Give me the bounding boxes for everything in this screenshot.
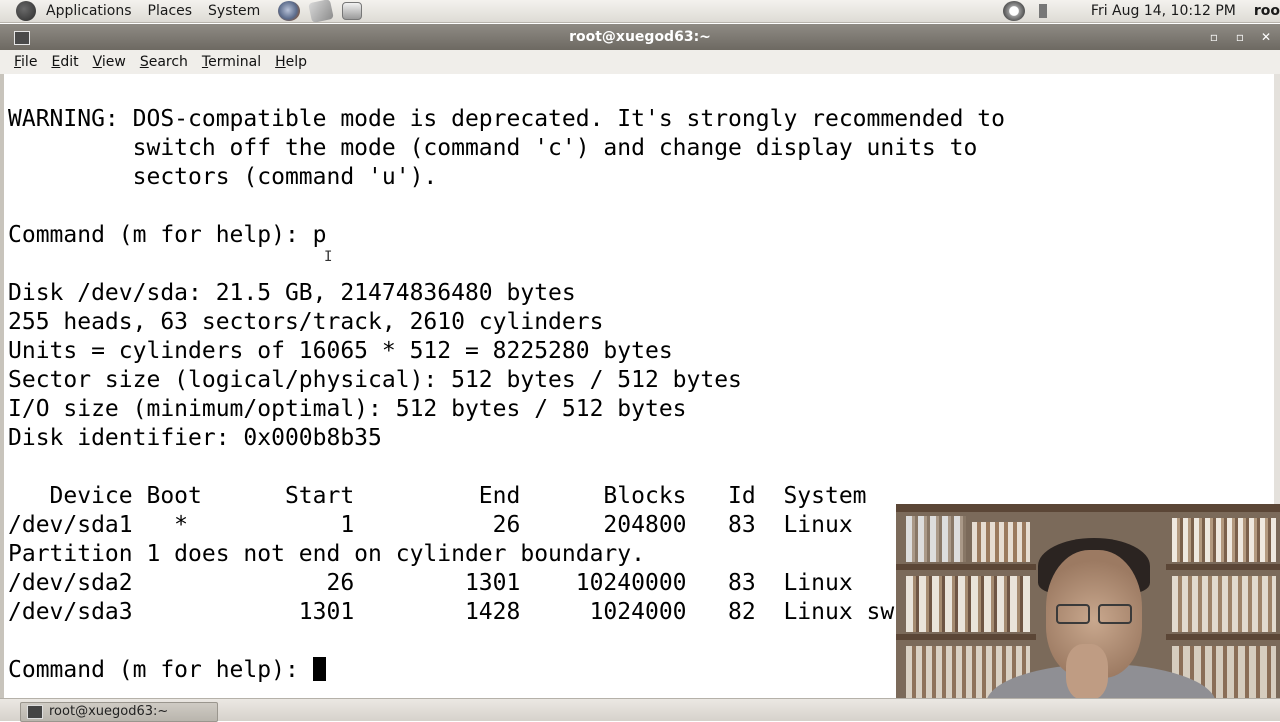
bookshelf-board	[896, 634, 1036, 640]
terminal-line: Device Boot Start End Blocks Id System	[8, 483, 867, 509]
hand-image	[1066, 644, 1108, 700]
terminal-menubar: File Edit View Search Terminal Help	[0, 50, 1280, 75]
terminal-line: WARNING: DOS-compatible mode is deprecat…	[8, 106, 1005, 132]
panel-menu-places[interactable]: Places	[140, 0, 201, 22]
terminal-line: /dev/sda1 * 1 26 204800 83 Linux	[8, 512, 853, 538]
glasses-image	[1098, 604, 1132, 624]
panel-menu-applications[interactable]: Applications	[38, 0, 140, 22]
terminal-line: Partition 1 does not end on cylinder bou…	[8, 541, 645, 567]
terminal-line: Units = cylinders of 16065 * 512 = 82252…	[8, 338, 673, 364]
menu-help[interactable]: Help	[268, 50, 314, 74]
terminal-prompt: Command (m for help):	[8, 657, 313, 683]
menu-label: iew	[101, 54, 126, 70]
maximize-button[interactable]: ▫	[1232, 24, 1248, 50]
menu-accelerator: S	[139, 54, 149, 70]
panel-right: Fri Aug 14, 10:12 PM roo	[1002, 0, 1280, 22]
gnome-foot-icon[interactable]	[16, 1, 36, 21]
terminal-output[interactable]: WARNING: DOS-compatible mode is deprecat…	[8, 105, 1005, 685]
ibeam-cursor-icon: I	[324, 249, 333, 265]
menu-label: earch	[148, 54, 188, 70]
terminal-window-icon[interactable]	[14, 31, 30, 45]
firefox-launcher-icon[interactable]	[278, 1, 301, 21]
taskbar-window-button[interactable]: root@xuegod63:~	[20, 702, 218, 722]
bookshelf-board	[1166, 564, 1280, 570]
user-switcher[interactable]: roo	[1254, 3, 1280, 19]
taskbar-window-label: root@xuegod63:~	[49, 704, 169, 719]
menu-label: dit	[60, 54, 79, 70]
menu-accelerator: H	[275, 54, 286, 70]
panel-menu-system[interactable]: System	[200, 0, 268, 22]
terminal-line: I/O size (minimum/optimal): 512 bytes / …	[8, 396, 687, 422]
books-image	[972, 522, 1030, 562]
menu-view[interactable]: View	[86, 50, 133, 74]
volume-icon[interactable]	[1038, 4, 1059, 18]
books-image	[906, 576, 1030, 632]
top-panel: Applications Places System Fri Aug 14, 10:…	[0, 0, 1280, 24]
menu-terminal[interactable]: Terminal	[195, 50, 268, 74]
menu-label: elp	[285, 54, 308, 70]
terminal-line: 255 heads, 63 sectors/track, 2610 cylind…	[8, 309, 604, 335]
window-title: root@xuegod63:~	[569, 29, 711, 45]
bookshelf-board	[1166, 634, 1280, 640]
bookshelf-board	[896, 564, 1036, 570]
terminal-line: /dev/sda2 26 1301 10240000 83 Linux	[8, 570, 853, 596]
bookshelf-top	[896, 504, 1280, 512]
books-image	[1172, 576, 1276, 632]
menu-accelerator: E	[51, 54, 61, 70]
menu-label: erminal	[208, 54, 262, 70]
update-notifier-icon[interactable]	[1002, 1, 1025, 21]
terminal-line: switch off the mode (command 'c') and ch…	[8, 135, 978, 161]
minimize-button[interactable]: ▫	[1206, 24, 1222, 50]
menu-search[interactable]: Search	[133, 50, 195, 74]
books-image	[906, 516, 966, 562]
books-image	[1172, 518, 1276, 562]
terminal-line: Sector size (logical/physical): 512 byte…	[8, 367, 742, 393]
webcam-overlay	[896, 504, 1280, 720]
menu-label: ile	[21, 54, 38, 70]
terminal-line: sectors (command 'u').	[8, 164, 438, 190]
window-titlebar[interactable]: root@xuegod63:~ ▫ ▫ ✕	[0, 24, 1280, 50]
terminal-prompt-line[interactable]: Command (m for help):	[8, 656, 1005, 685]
notes-launcher-icon[interactable]	[342, 2, 363, 20]
panel-clock[interactable]: Fri Aug 14, 10:12 PM	[1091, 3, 1236, 19]
terminal-line: Command (m for help): p	[8, 222, 327, 248]
text-cursor-icon	[312, 657, 326, 681]
menu-accelerator: F	[14, 54, 22, 70]
panel-menus: Applications Places System	[38, 0, 268, 22]
glasses-image	[1056, 604, 1090, 624]
menu-file[interactable]: File	[7, 50, 44, 74]
terminal-line: /dev/sda3 1301 1428 1024000 82 Linux sw	[8, 599, 895, 625]
terminal-line: Disk /dev/sda: 21.5 GB, 21474836480 byte…	[8, 280, 576, 306]
menu-accelerator: V	[92, 54, 102, 70]
mail-launcher-icon[interactable]	[308, 0, 335, 24]
terminal-line: Disk identifier: 0x000b8b35	[8, 425, 382, 451]
close-button[interactable]: ✕	[1258, 24, 1274, 50]
terminal-task-icon	[27, 705, 43, 719]
bottom-taskbar: root@xuegod63:~	[0, 698, 1280, 722]
menu-edit[interactable]: Edit	[44, 50, 85, 74]
window-controls: ▫ ▫ ✕	[1206, 24, 1274, 50]
